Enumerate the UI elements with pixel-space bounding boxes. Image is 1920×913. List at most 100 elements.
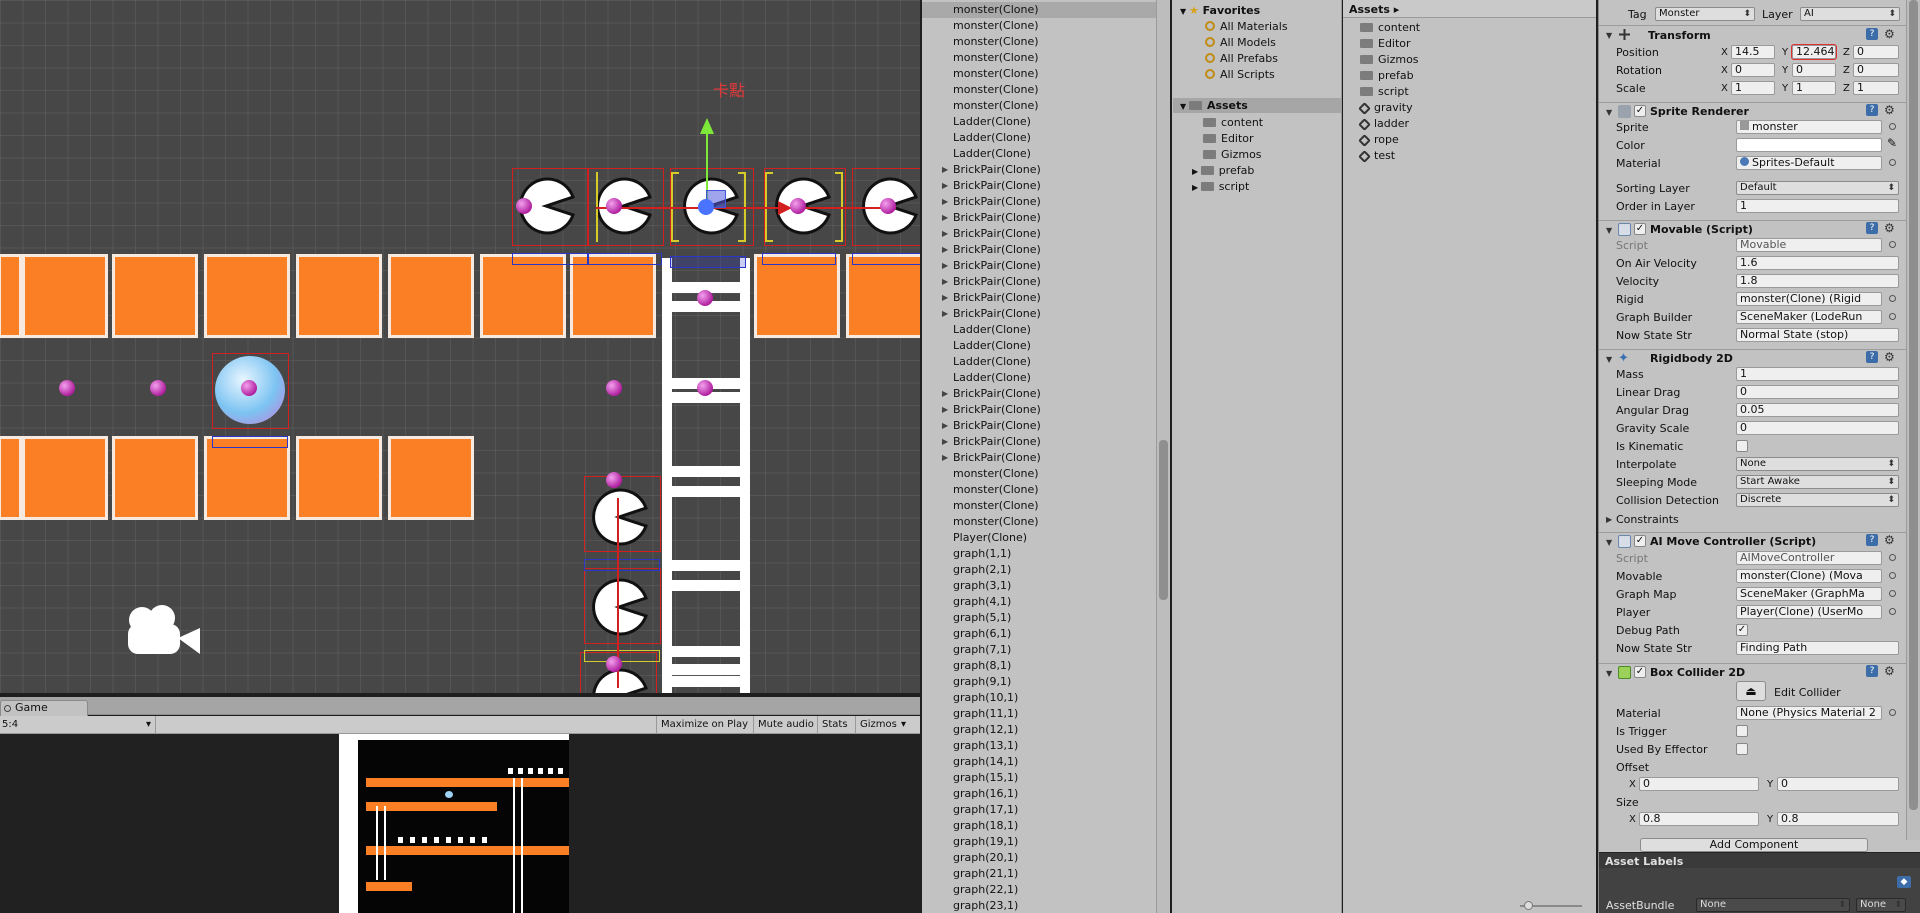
hierarchy-item[interactable]: graph(23,1): [922, 898, 1158, 913]
hierarchy-item[interactable]: monster(Clone): [922, 66, 1158, 82]
hierarchy-item[interactable]: monster(Clone): [922, 514, 1158, 530]
expand-arrow-icon[interactable]: ▶: [942, 290, 948, 306]
object-picker-icon[interactable]: [1889, 554, 1896, 561]
project-tree-panel[interactable]: [1172, 0, 1342, 913]
hierarchy-item[interactable]: graph(6,1): [922, 626, 1158, 642]
gear-icon[interactable]: ⚙: [1884, 104, 1896, 116]
expand-arrow-icon[interactable]: ▶: [942, 194, 948, 210]
hierarchy-item[interactable]: Ladder(Clone): [922, 354, 1158, 370]
hierarchy-item[interactable]: graph(15,1): [922, 770, 1158, 786]
hierarchy-item[interactable]: graph(2,1): [922, 562, 1158, 578]
hierarchy-item[interactable]: graph(11,1): [922, 706, 1158, 722]
gizmo-y-arrow-icon[interactable]: [700, 118, 714, 134]
hierarchy-item[interactable]: ▶ BrickPair(Clone): [922, 450, 1158, 466]
hierarchy-item[interactable]: monster(Clone): [922, 98, 1158, 114]
rotation-y-field[interactable]: 0: [1792, 63, 1836, 77]
hierarchy-item[interactable]: ▶ BrickPair(Clone): [922, 258, 1158, 274]
hierarchy-item[interactable]: ▶ BrickPair(Clone): [922, 210, 1158, 226]
favorites-header[interactable]: ▼ ★ Favorites: [1180, 3, 1260, 18]
scene-view[interactable]: 卡點: [0, 0, 920, 693]
asset-folder[interactable]: ▶ prefab: [1192, 163, 1254, 179]
expand-arrow-icon[interactable]: ▶: [942, 178, 948, 194]
position-x-field[interactable]: 14.5: [1731, 45, 1775, 59]
used-by-effector-checkbox[interactable]: [1736, 743, 1748, 755]
player-field[interactable]: Player(Clone) (UserMo: [1736, 605, 1882, 619]
hierarchy-item[interactable]: graph(19,1): [922, 834, 1158, 850]
scale-z-field[interactable]: 1: [1853, 81, 1899, 95]
object-picker-icon[interactable]: [1889, 241, 1896, 248]
hierarchy-item[interactable]: graph(22,1): [922, 882, 1158, 898]
hierarchy-item[interactable]: monster(Clone): [922, 50, 1158, 66]
object-picker-icon[interactable]: [1889, 572, 1896, 579]
project-asset-item[interactable]: Gizmos: [1360, 52, 1419, 68]
object-picker-icon[interactable]: [1889, 295, 1896, 302]
hierarchy-item[interactable]: ▶ BrickPair(Clone): [922, 162, 1158, 178]
hierarchy-item[interactable]: graph(8,1): [922, 658, 1158, 674]
asset-folder[interactable]: Gizmos: [1203, 147, 1262, 163]
hierarchy-item[interactable]: Ladder(Clone): [922, 338, 1158, 354]
sorting-layer-dropdown[interactable]: Default: [1736, 181, 1899, 195]
object-picker-icon[interactable]: [1889, 313, 1896, 320]
hierarchy-scroll-thumb[interactable]: [1159, 440, 1168, 600]
sprite-field[interactable]: monster: [1736, 120, 1882, 134]
expand-arrow-icon[interactable]: ▶: [942, 258, 948, 274]
hierarchy-item[interactable]: graph(17,1): [922, 802, 1158, 818]
foldout-arrow-icon[interactable]: ▼: [1606, 31, 1612, 40]
is-kinematic-checkbox[interactable]: [1736, 440, 1748, 452]
hierarchy-item[interactable]: ▶ BrickPair(Clone): [922, 178, 1158, 194]
foldout-arrow-icon[interactable]: ▼: [1606, 538, 1612, 547]
ai-move-enabled-checkbox[interactable]: ✓: [1634, 535, 1646, 547]
gizmos-button[interactable]: Gizmos: [855, 716, 901, 734]
favorite-item[interactable]: All Scripts: [1205, 67, 1275, 83]
expand-arrow-icon[interactable]: ▶: [942, 450, 948, 466]
gear-icon[interactable]: ⚙: [1884, 665, 1896, 677]
ai-state-field[interactable]: Finding Path: [1736, 641, 1899, 655]
hierarchy-item[interactable]: graph(4,1): [922, 594, 1158, 610]
hierarchy-item[interactable]: graph(16,1): [922, 786, 1158, 802]
offset-x-field[interactable]: 0: [1639, 777, 1759, 791]
asset-folder[interactable]: content: [1203, 115, 1263, 131]
hierarchy-item[interactable]: Ladder(Clone): [922, 370, 1158, 386]
project-asset-item[interactable]: content: [1360, 20, 1420, 36]
project-asset-item[interactable]: rope: [1358, 132, 1399, 148]
box-collider-enabled-checkbox[interactable]: ✓: [1634, 666, 1646, 678]
assetbundle-dropdown[interactable]: None: [1696, 898, 1850, 912]
tag-dropdown[interactable]: Monster: [1655, 7, 1755, 21]
transform-header[interactable]: [1599, 25, 1907, 42]
hierarchy-item[interactable]: monster(Clone): [922, 466, 1158, 482]
project-asset-item[interactable]: gravity: [1358, 100, 1413, 116]
debug-path-checkbox[interactable]: ✓: [1736, 624, 1748, 636]
foldout-arrow-icon[interactable]: ▼: [1606, 108, 1612, 117]
gear-icon[interactable]: ⚙: [1884, 534, 1896, 546]
expand-arrow-icon[interactable]: ▶: [942, 386, 948, 402]
expand-arrow-icon[interactable]: ▶: [942, 242, 948, 258]
tag-icon[interactable]: ◆: [1897, 876, 1911, 888]
graph-builder-field[interactable]: SceneMaker (LodeRun: [1736, 310, 1882, 324]
linear-drag-field[interactable]: 0: [1736, 385, 1899, 399]
expand-arrow-icon[interactable]: ▶: [942, 226, 948, 242]
object-picker-icon[interactable]: [1889, 709, 1896, 716]
add-component-button[interactable]: Add Component: [1640, 838, 1868, 852]
movable-script-field[interactable]: Movable: [1736, 238, 1882, 252]
is-trigger-checkbox[interactable]: [1736, 725, 1748, 737]
movable-enabled-checkbox[interactable]: ✓: [1634, 223, 1646, 235]
aspect-dropdown[interactable]: 5:4 ▾: [0, 716, 156, 734]
size-x-field[interactable]: 0.8: [1639, 812, 1759, 826]
hierarchy-item[interactable]: Ladder(Clone): [922, 146, 1158, 162]
camera-icon[interactable]: [122, 600, 202, 658]
graph-map-field[interactable]: SceneMaker (GraphMa: [1736, 587, 1882, 601]
color-swatch[interactable]: [1736, 138, 1882, 152]
scale-x-field[interactable]: 1: [1731, 81, 1775, 95]
sprite-renderer-enabled-checkbox[interactable]: ✓: [1634, 105, 1646, 117]
project-asset-item[interactable]: prefab: [1360, 68, 1414, 84]
object-picker-icon[interactable]: [1889, 608, 1896, 615]
hierarchy-item[interactable]: ▶ BrickPair(Clone): [922, 386, 1158, 402]
hierarchy-item[interactable]: Player(Clone): [922, 530, 1158, 546]
asset-folder[interactable]: ▶ script: [1192, 179, 1249, 195]
rotation-z-field[interactable]: 0: [1853, 63, 1899, 77]
interpolate-dropdown[interactable]: None: [1736, 457, 1899, 471]
project-asset-item[interactable]: ladder: [1358, 116, 1409, 132]
favorite-item[interactable]: All Prefabs: [1205, 51, 1278, 67]
hierarchy-item[interactable]: graph(20,1): [922, 850, 1158, 866]
hierarchy-item[interactable]: graph(5,1): [922, 610, 1158, 626]
